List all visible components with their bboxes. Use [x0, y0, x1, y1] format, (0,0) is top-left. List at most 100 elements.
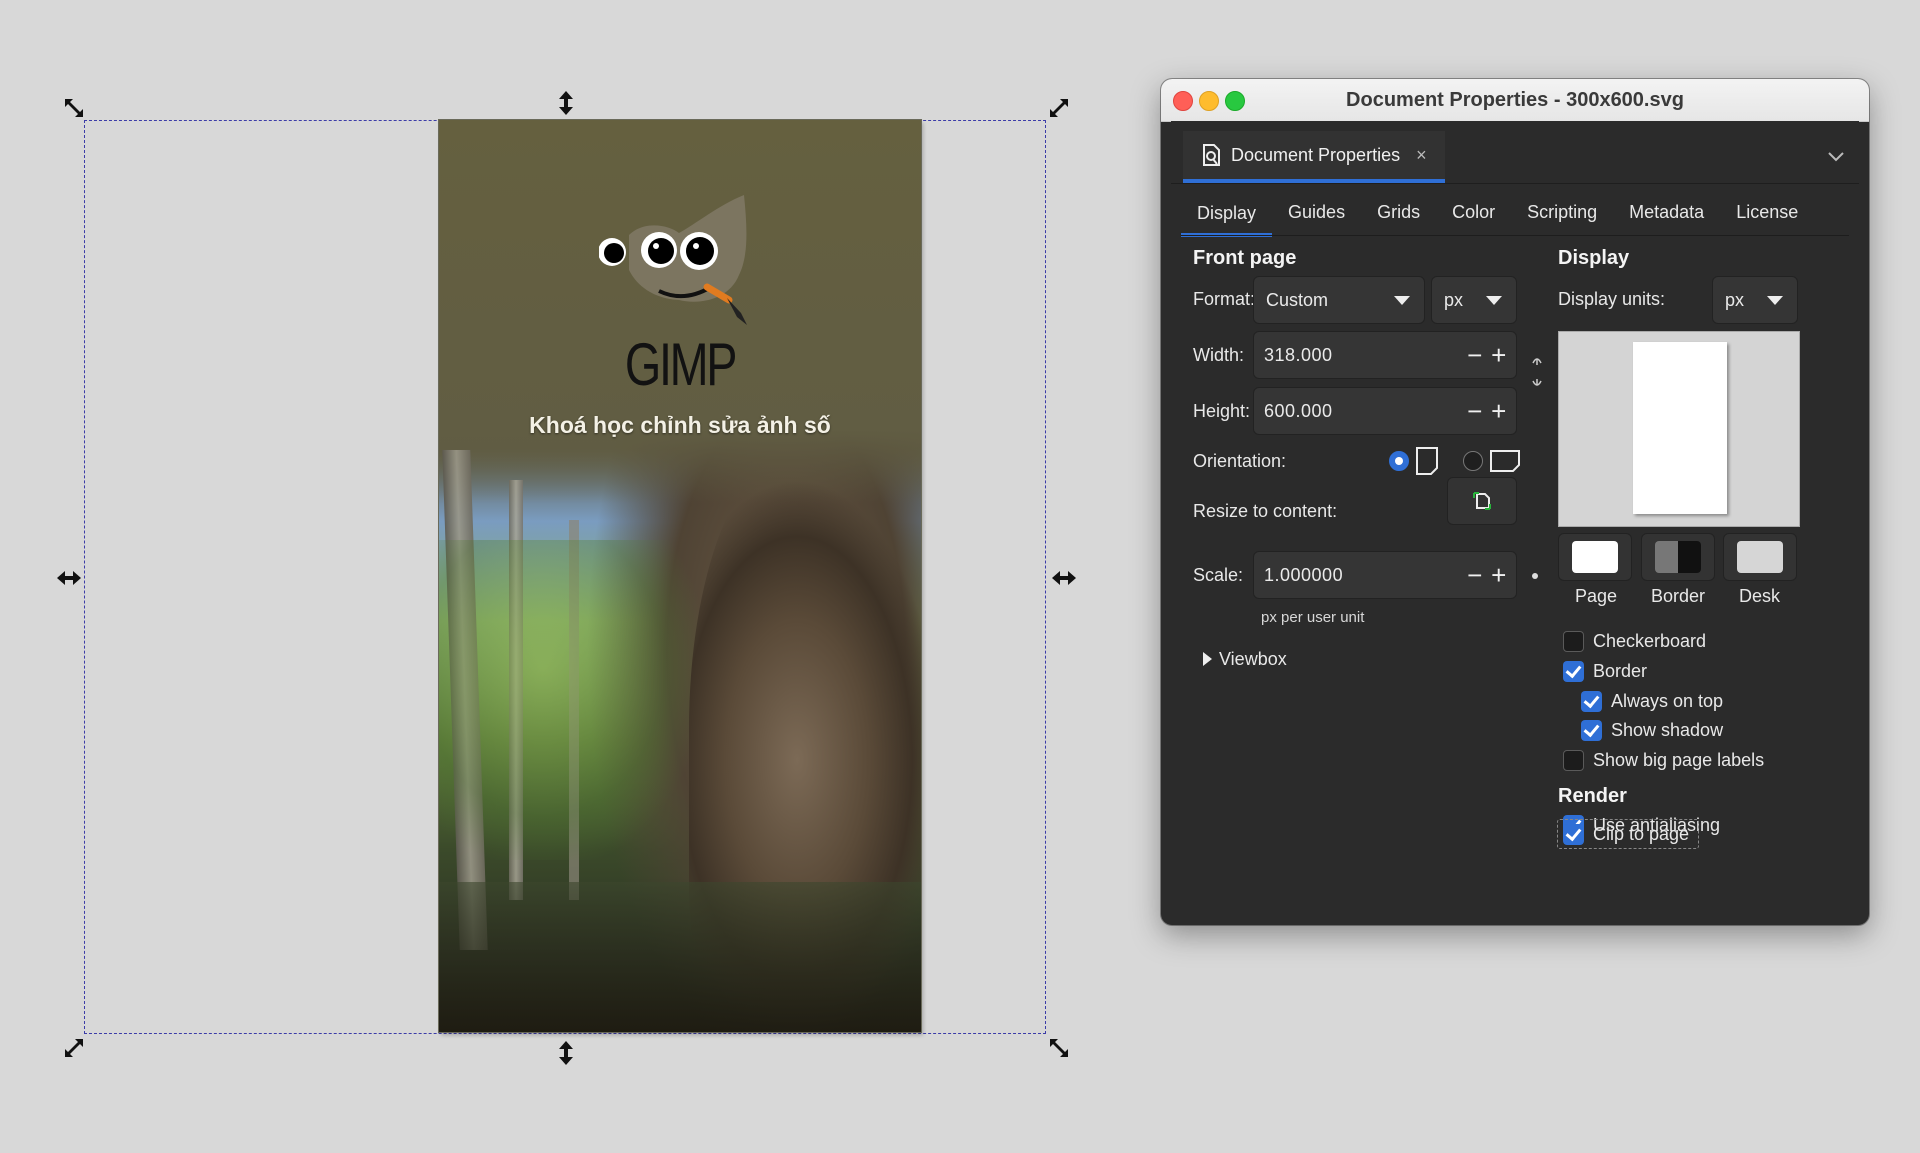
width-increment-button[interactable]: + [1490, 340, 1508, 371]
zoom-window-button[interactable] [1225, 91, 1245, 111]
render-heading: Render [1558, 785, 1627, 807]
page-unit-dropdown[interactable]: px [1431, 276, 1517, 324]
horizontal-arrow-icon [57, 571, 81, 585]
diagonal-arrow-icon [1050, 99, 1068, 117]
horizontal-arrow-icon [1052, 571, 1076, 585]
scale-unit-note: px per user unit [1261, 609, 1365, 626]
vertical-arrow-icon [559, 91, 573, 115]
fit-page-icon [1473, 492, 1491, 510]
clip-to-page-checkbox[interactable] [1563, 824, 1584, 845]
scale-value: 1.000000 [1264, 564, 1344, 585]
desk-swatch-label: Desk [1739, 586, 1781, 606]
window-titlebar[interactable]: Document Properties - 300x600.svg [1161, 79, 1869, 122]
desk-color-swatch [1737, 541, 1783, 573]
link-chain-icon[interactable] [1531, 353, 1543, 393]
gimp-mascot-logo [599, 195, 747, 325]
close-window-button[interactable] [1173, 91, 1193, 111]
tab-metadata[interactable]: Metadata [1613, 191, 1720, 233]
orientation-label: Orientation: [1193, 451, 1287, 471]
format-label: Format: [1193, 289, 1256, 309]
tab-display[interactable]: Display [1181, 191, 1273, 237]
display-units-value: px [1725, 289, 1745, 310]
dropdown-arrow-icon [1767, 296, 1783, 305]
window-title: Document Properties - 300x600.svg [1346, 88, 1684, 111]
water-graphic [439, 882, 921, 1032]
scale-handle-left[interactable] [55, 564, 83, 592]
scale-handle-top[interactable] [552, 89, 580, 117]
scale-label: Scale: [1193, 565, 1244, 585]
always-on-top-label: Always on top [1611, 691, 1724, 711]
display-units-label: Display units: [1558, 289, 1666, 309]
landscape-radio[interactable] [1463, 451, 1483, 471]
checkerboard-checkbox[interactable] [1563, 631, 1584, 652]
scale-handle-bottom-right[interactable] [1045, 1034, 1073, 1062]
properties-tab-bar: Display Guides Grids Color Scripting Met… [1181, 191, 1859, 237]
portrait-page-icon [1416, 447, 1438, 475]
tab-scripting[interactable]: Scripting [1511, 191, 1613, 233]
dialog-body: Document Properties × Display Guides Gri… [1171, 121, 1859, 915]
scale-spinbox[interactable]: 1.000000 − + [1253, 551, 1517, 599]
tab-color[interactable]: Color [1436, 191, 1511, 233]
height-decrement-button[interactable]: − [1466, 396, 1484, 427]
scale-indicator-dot [1532, 573, 1538, 579]
tab-grids[interactable]: Grids [1361, 191, 1436, 233]
page-color-swatch [1572, 541, 1618, 573]
scale-increment-button[interactable]: + [1490, 560, 1508, 591]
border-color-swatch [1655, 541, 1701, 573]
always-on-top-checkbox[interactable] [1581, 691, 1602, 712]
resize-to-content-button[interactable] [1447, 477, 1517, 525]
scale-handle-right[interactable] [1050, 564, 1078, 592]
border-label: Border [1593, 661, 1648, 681]
dock-tab-bar: Document Properties × [1171, 131, 1859, 184]
diagonal-arrow-icon [1050, 1039, 1068, 1057]
big-page-labels-checkbox[interactable] [1563, 750, 1584, 771]
document-properties-icon [1203, 144, 1220, 166]
chevron-down-icon[interactable] [1825, 145, 1847, 167]
border-checkbox[interactable] [1563, 661, 1584, 682]
scale-handle-top-right[interactable] [1045, 94, 1073, 122]
border-color-button[interactable] [1641, 533, 1715, 581]
big-page-labels-label: Show big page labels [1593, 750, 1765, 770]
viewbox-expander[interactable]: Viewbox [1219, 649, 1287, 670]
front-page-heading: Front page [1193, 247, 1297, 269]
canvas-area[interactable]: GIMP Khoá học chỉnh sửa ảnh số [0, 0, 1150, 1153]
artwork-subtitle: Khoá học chỉnh sửa ảnh số [529, 412, 831, 438]
height-spinbox[interactable]: 600.000 − + [1253, 387, 1517, 435]
scale-handle-bottom-left[interactable] [60, 1034, 88, 1062]
page-unit-value: px [1444, 289, 1464, 310]
document-properties-window[interactable]: Document Properties - 300x600.svg Docume… [1161, 79, 1869, 925]
scale-handle-top-left[interactable] [60, 94, 88, 122]
scale-decrement-button[interactable]: − [1466, 560, 1484, 591]
show-shadow-label: Show shadow [1611, 720, 1724, 740]
border-swatch-label: Border [1651, 586, 1706, 606]
show-shadow-checkbox[interactable] [1581, 720, 1602, 741]
tab-license[interactable]: License [1720, 191, 1814, 233]
diagonal-arrow-icon [65, 1039, 83, 1057]
preview-page [1633, 342, 1727, 514]
page-swatch-label: Page [1575, 586, 1618, 606]
width-value: 318.000 [1264, 344, 1333, 365]
display-heading: Display [1558, 247, 1630, 269]
height-increment-button[interactable]: + [1490, 396, 1508, 427]
display-units-dropdown[interactable]: px [1712, 276, 1798, 324]
minimize-window-button[interactable] [1199, 91, 1219, 111]
checkerboard-label: Checkerboard [1593, 631, 1707, 651]
landscape-page-icon [1490, 450, 1520, 472]
portrait-radio[interactable] [1389, 451, 1409, 471]
width-spinbox[interactable]: 318.000 − + [1253, 331, 1517, 379]
desk-color-button[interactable] [1723, 533, 1797, 581]
dropdown-arrow-icon [1486, 296, 1502, 305]
format-dropdown[interactable]: Custom [1253, 276, 1425, 324]
scale-handle-bottom[interactable] [552, 1039, 580, 1067]
width-decrement-button[interactable]: − [1466, 340, 1484, 371]
close-tab-icon[interactable]: × [1416, 145, 1427, 166]
document-page-artwork[interactable]: GIMP Khoá học chỉnh sửa ảnh số [439, 120, 921, 1032]
dropdown-arrow-icon [1394, 296, 1410, 305]
height-label: Height: [1193, 401, 1251, 421]
tab-divider [1181, 235, 1849, 236]
diagonal-arrow-icon [65, 99, 83, 117]
tab-guides[interactable]: Guides [1272, 191, 1361, 233]
page-color-button[interactable] [1558, 533, 1632, 581]
dock-tab-document-properties[interactable]: Document Properties × [1183, 131, 1445, 183]
expander-triangle-icon[interactable] [1201, 651, 1213, 667]
